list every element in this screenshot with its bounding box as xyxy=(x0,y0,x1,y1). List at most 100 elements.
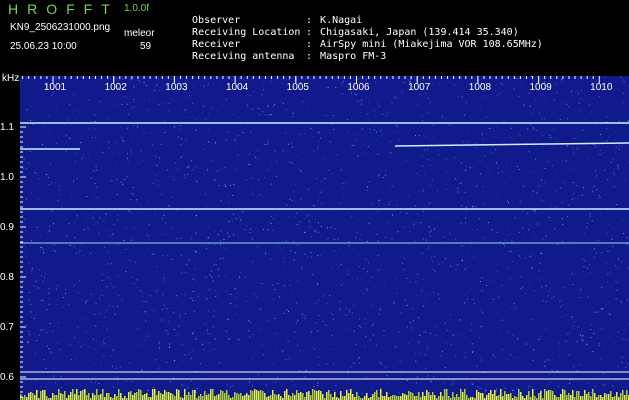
info-row-antenna: Receiving antenna: Maspro FM-3 xyxy=(192,51,387,62)
noise-pixel xyxy=(517,338,519,339)
noise-pixel xyxy=(28,262,30,264)
noise-pixel xyxy=(283,257,285,259)
noise-pixel xyxy=(411,327,413,329)
noise-pixel xyxy=(525,342,527,344)
noise-pixel xyxy=(159,157,161,159)
noise-pixel xyxy=(332,224,334,226)
noise-pixel xyxy=(433,376,435,378)
noise-pixel xyxy=(383,80,385,82)
noise-pixel xyxy=(563,286,565,288)
noise-pixel xyxy=(443,236,445,238)
noise-pixel xyxy=(482,191,483,193)
noise-pixel xyxy=(292,162,294,164)
noise-pixel xyxy=(231,219,233,220)
noise-pixel xyxy=(244,229,246,231)
noise-pixel xyxy=(270,114,272,116)
noise-pixel xyxy=(114,313,116,315)
noise-pixel xyxy=(199,286,201,288)
noise-pixel xyxy=(99,345,101,347)
noise-pixel xyxy=(75,357,77,359)
noise-pixel xyxy=(47,134,49,135)
noise-pixel xyxy=(358,357,360,359)
noise-pixel xyxy=(109,235,111,237)
noise-pixel xyxy=(162,294,164,296)
noise-pixel xyxy=(398,97,400,99)
noise-pixel xyxy=(395,389,397,391)
count-label: 59 xyxy=(140,41,152,52)
noise-pixel xyxy=(513,344,515,346)
noise-pixel xyxy=(525,257,527,259)
bottom-noise-bar xyxy=(580,396,582,400)
noise-pixel xyxy=(608,251,610,253)
noise-pixel xyxy=(264,114,266,116)
noise-pixel xyxy=(527,212,529,214)
noise-pixel xyxy=(153,387,155,388)
noise-pixel xyxy=(528,255,530,257)
noise-pixel xyxy=(236,292,238,294)
noise-pixel xyxy=(347,370,349,372)
noise-pixel xyxy=(184,174,185,176)
noise-pixel xyxy=(413,249,415,251)
noise-pixel xyxy=(68,369,70,371)
noise-pixel xyxy=(458,96,460,98)
bottom-noise-bar xyxy=(256,390,258,400)
noise-pixel xyxy=(220,230,222,232)
noise-pixel xyxy=(325,115,327,117)
noise-pixel xyxy=(209,333,211,335)
noise-pixel xyxy=(196,388,198,389)
noise-pixel xyxy=(39,235,41,237)
noise-pixel xyxy=(464,222,466,224)
noise-pixel xyxy=(130,91,132,93)
noise-pixel xyxy=(507,267,509,269)
noise-pixel xyxy=(512,261,514,262)
noise-pixel xyxy=(571,229,573,231)
bottom-noise-bar xyxy=(24,395,26,400)
bottom-noise-bar xyxy=(590,396,592,400)
noise-pixel xyxy=(152,182,154,184)
noise-pixel xyxy=(165,362,167,363)
noise-pixel xyxy=(258,337,260,339)
noise-pixel xyxy=(147,331,149,333)
noise-pixel xyxy=(380,387,382,389)
bottom-noise-bar xyxy=(296,390,298,400)
noise-pixel xyxy=(471,229,473,231)
bottom-noise-bar xyxy=(382,396,384,400)
x-tick-label: 1010 xyxy=(590,82,613,93)
noise-pixel xyxy=(288,79,290,81)
bottom-noise-bar xyxy=(30,392,32,400)
noise-pixel xyxy=(268,138,270,140)
noise-pixel xyxy=(120,136,122,138)
bottom-noise-bar xyxy=(320,391,322,400)
noise-pixel xyxy=(465,206,467,208)
noise-pixel xyxy=(393,96,395,98)
noise-pixel xyxy=(366,301,368,303)
noise-pixel xyxy=(343,197,345,199)
noise-pixel xyxy=(181,323,183,324)
bottom-noise-bar xyxy=(172,394,174,400)
noise-pixel xyxy=(627,267,629,269)
noise-pixel xyxy=(557,92,558,93)
bottom-noise-bar xyxy=(292,393,294,400)
x-tick-label: 1002 xyxy=(105,82,128,93)
noise-pixel xyxy=(276,161,278,163)
noise-pixel xyxy=(502,309,504,311)
noise-pixel xyxy=(282,350,284,352)
noise-pixel xyxy=(270,189,272,191)
noise-pixel xyxy=(330,227,332,228)
noise-pixel xyxy=(565,331,567,333)
bottom-noise-bar xyxy=(224,393,226,400)
noise-pixel xyxy=(593,144,595,146)
noise-pixel xyxy=(561,299,563,301)
noise-pixel xyxy=(360,327,362,328)
noise-pixel xyxy=(555,137,557,139)
noise-pixel xyxy=(183,360,185,362)
noise-pixel xyxy=(187,98,189,100)
noise-pixel xyxy=(180,144,182,146)
noise-pixel xyxy=(537,223,539,225)
noise-pixel xyxy=(541,179,543,181)
noise-pixel xyxy=(510,232,512,234)
noise-pixel xyxy=(567,356,569,358)
noise-pixel xyxy=(24,159,26,161)
noise-pixel xyxy=(355,303,357,305)
noise-pixel xyxy=(603,109,605,111)
